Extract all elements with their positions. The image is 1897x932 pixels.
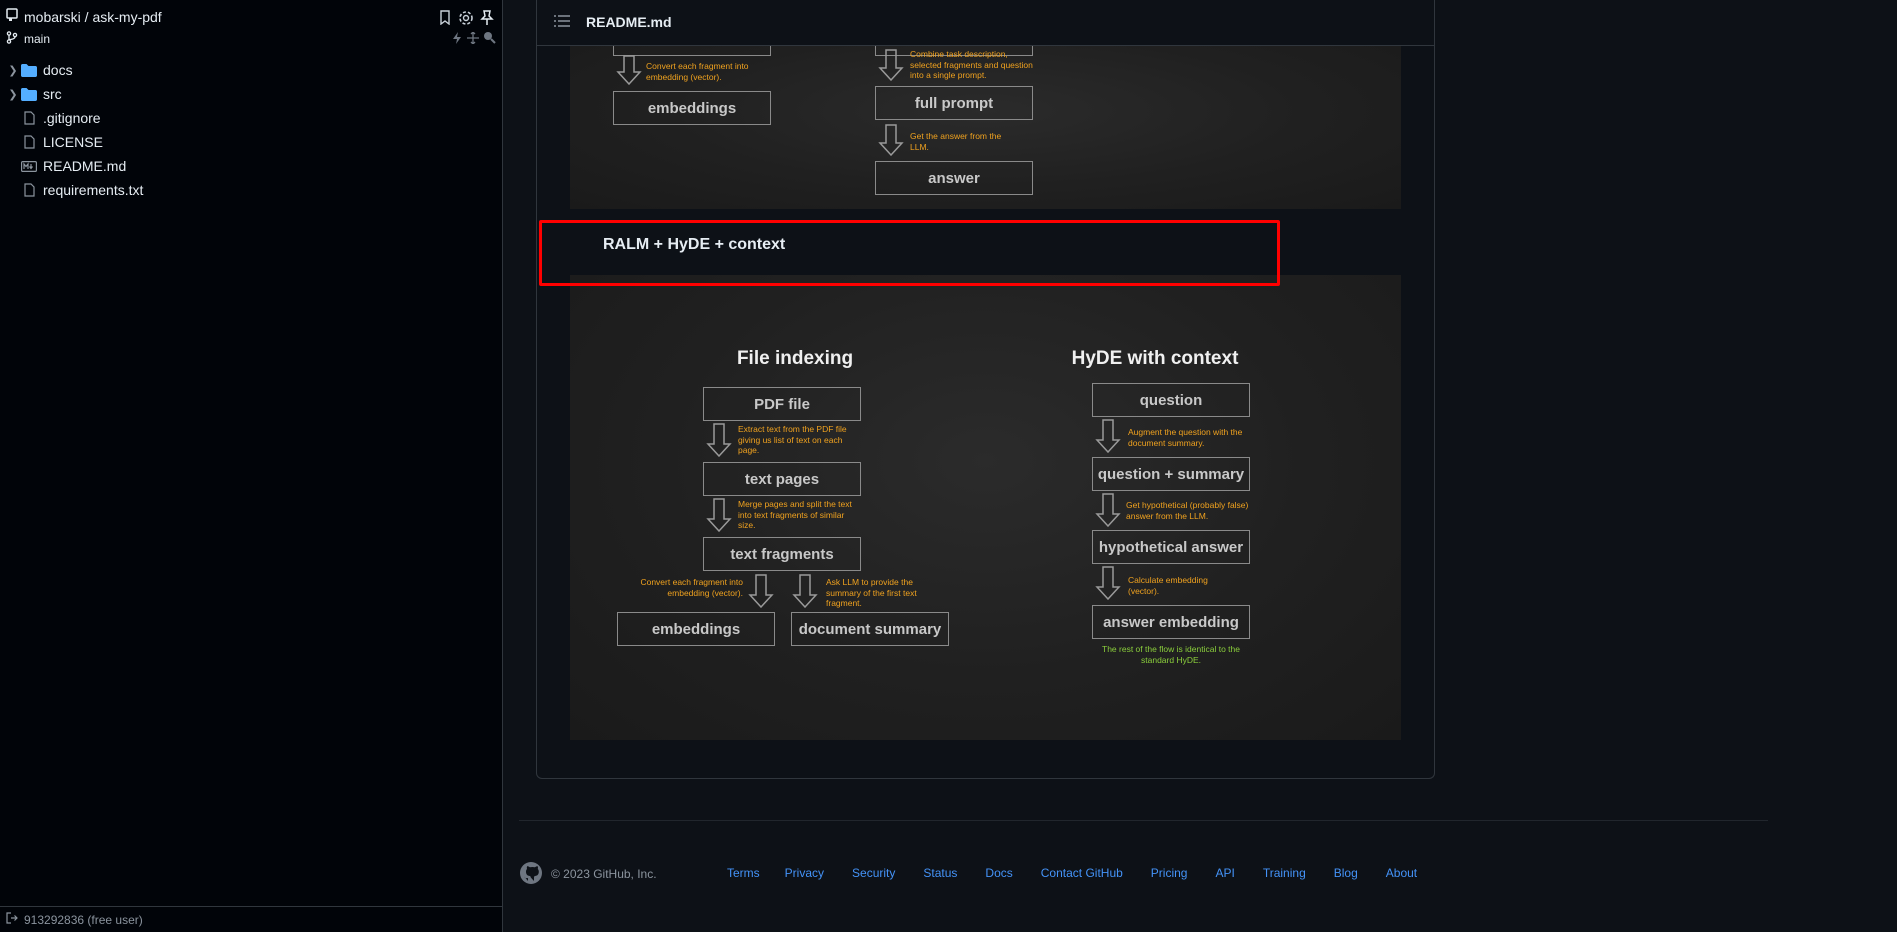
copyright: © 2023 GitHub, Inc. (551, 867, 657, 881)
footer-link-docs[interactable]: Docs (985, 866, 1012, 880)
sidebar-toolbar-secondary (451, 31, 496, 49)
tree-item-label: LICENSE (43, 134, 103, 150)
down-arrow-icon (616, 55, 642, 85)
note-convert-fragment: Convert each fragment into embedding (ve… (646, 61, 749, 82)
footer-link-training[interactable]: Training (1263, 866, 1306, 880)
tree-item-label: requirements.txt (43, 182, 144, 198)
outline-icon[interactable] (554, 14, 570, 30)
file-icon (20, 183, 38, 197)
box-embeddings: embeddings (613, 91, 771, 125)
tree-item-license[interactable]: LICENSE (0, 130, 502, 154)
footer-link-privacy[interactable]: Privacy (785, 866, 824, 880)
footer-divider (519, 820, 1768, 821)
down-arrow-icon (878, 124, 904, 156)
note-augment-question: Augment the question with the document s… (1128, 427, 1243, 448)
note-ask-llm-summary: Ask LLM to provide the summary of the fi… (826, 577, 917, 608)
expand-icon[interactable] (467, 31, 479, 49)
readme-filename: README.md (586, 14, 672, 30)
tree-item-label: README.md (43, 158, 127, 174)
tree-item-requirements[interactable]: requirements.txt (0, 178, 502, 202)
sign-out-icon (6, 912, 18, 927)
down-arrow-icon (878, 49, 904, 81)
footer: © 2023 GitHub, Inc. (519, 861, 657, 888)
search-icon[interactable] (483, 31, 496, 49)
footer-link-contact[interactable]: Contact GitHub (1041, 866, 1123, 880)
markdown-icon (20, 160, 38, 172)
box-document-summary: document summary (791, 612, 949, 646)
note-hypothetical-answer: Get hypothetical (probably false) answer… (1126, 500, 1249, 521)
tree-item-label: src (43, 86, 62, 102)
folder-icon (20, 87, 38, 101)
chevron-right-icon[interactable]: ❯ (6, 88, 20, 101)
down-arrow-icon (1095, 566, 1121, 600)
down-arrow-icon (706, 423, 732, 457)
note-get-answer: Get the answer from the LLM. (910, 131, 1002, 152)
branch-name: main (24, 32, 51, 46)
tree-item-label: docs (43, 62, 73, 78)
footer-link-security[interactable]: Security (852, 866, 895, 880)
footer-link-api[interactable]: API (1215, 866, 1234, 880)
down-arrow-icon (706, 498, 732, 532)
repo-link[interactable]: mobarski / ask-my-pdf (6, 8, 494, 25)
box-hypothetical-answer: hypothetical answer (1092, 530, 1250, 564)
box-pdf-file: PDF file (703, 387, 861, 421)
box-answer: answer (875, 161, 1033, 195)
section-heading: RALM + HyDE + context (603, 236, 786, 253)
tree-item-label: .gitignore (43, 110, 101, 126)
readme-header: README.md (537, 0, 1434, 46)
sidebar-toolbar (438, 10, 494, 31)
lightning-icon[interactable] (451, 31, 463, 49)
note-convert-embedding: Convert each fragment into embedding (ve… (640, 577, 743, 598)
tree-item-readme[interactable]: README.md (0, 154, 502, 178)
footer-link-status[interactable]: Status (923, 866, 957, 880)
box-question: question (1092, 383, 1250, 417)
diagram-image-ralm-hyde-context: File indexing PDF file Extract text from… (570, 275, 1401, 740)
bookmark-icon[interactable] (438, 10, 452, 31)
note-merge-pages: Merge pages and split the text into text… (738, 499, 852, 530)
file-icon (20, 111, 38, 125)
sidebar-header: mobarski / ask-my-pdf main (0, 0, 502, 50)
diagram-title-hyde-context: HyDE with context (1071, 348, 1239, 369)
diagram-image-top: Convert each fragment into embedding (ve… (570, 38, 1401, 209)
note-calculate-embedding: Calculate embedding (vector). (1128, 575, 1208, 596)
footer-link-about[interactable]: About (1386, 866, 1417, 880)
repo-icon (6, 8, 18, 25)
branch-indicator[interactable]: main (6, 31, 494, 47)
tree-item-docs[interactable]: ❯ docs (0, 58, 502, 82)
note-combine-task: Combine task description, selected fragm… (910, 49, 1033, 80)
box-answer-embedding: answer embedding (1092, 605, 1250, 639)
file-icon (20, 135, 38, 149)
down-arrow-icon (748, 574, 774, 608)
box-embeddings: embeddings (617, 612, 775, 646)
down-arrow-icon (1095, 419, 1121, 453)
box-text-fragments: text fragments (703, 537, 861, 571)
pin-icon[interactable] (480, 10, 494, 31)
file-tree-sidebar: mobarski / ask-my-pdf main ❯ docs ❯ src … (0, 0, 503, 932)
readme-container: README.md Convert each fragment into emb… (536, 0, 1435, 779)
tree-item-gitignore[interactable]: .gitignore (0, 106, 502, 130)
main-content: README.md Convert each fragment into emb… (503, 0, 1897, 932)
down-arrow-icon (1095, 493, 1121, 527)
github-logo-icon[interactable] (519, 861, 543, 888)
file-tree: ❯ docs ❯ src .gitignore LICENSE README.m… (0, 50, 502, 202)
folder-icon (20, 63, 38, 77)
down-arrow-icon (792, 574, 818, 608)
footer-link-pricing[interactable]: Pricing (1151, 866, 1188, 880)
sidebar-footer[interactable]: 913292836 (free user) (0, 906, 502, 932)
tree-item-src[interactable]: ❯ src (0, 82, 502, 106)
repo-name: mobarski / ask-my-pdf (24, 8, 162, 25)
gear-icon[interactable] (458, 10, 474, 31)
note-rest-of-flow: The rest of the flow is identical to the… (1102, 644, 1240, 665)
footer-link-terms[interactable]: Terms (727, 866, 760, 880)
branch-icon (6, 31, 18, 47)
box-full-prompt: full prompt (875, 86, 1033, 120)
user-status: 913292836 (free user) (24, 912, 143, 927)
diagram-title-file-indexing: File indexing (736, 348, 854, 369)
footer-links: Terms Privacy Security Status Docs Conta… (727, 866, 1417, 880)
chevron-right-icon[interactable]: ❯ (6, 64, 20, 77)
box-question-summary: question + summary (1092, 457, 1250, 491)
note-extract-text: Extract text from the PDF file giving us… (738, 424, 847, 455)
footer-link-blog[interactable]: Blog (1334, 866, 1358, 880)
box-text-pages: text pages (703, 462, 861, 496)
